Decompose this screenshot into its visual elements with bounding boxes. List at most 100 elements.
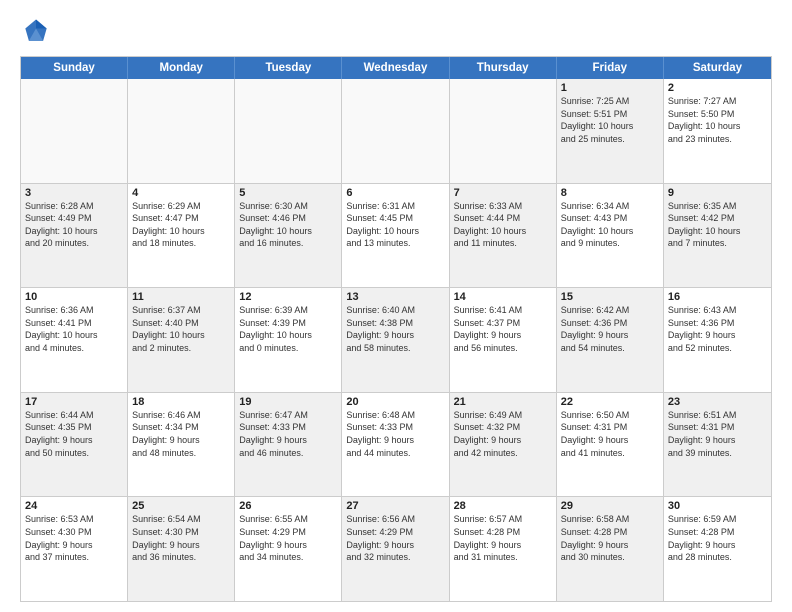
- day-number: 9: [668, 187, 767, 199]
- day-number: 4: [132, 187, 230, 199]
- calendar-week-2: 10Sunrise: 6:36 AM Sunset: 4:41 PM Dayli…: [21, 287, 771, 392]
- day-info: Sunrise: 6:40 AM Sunset: 4:38 PM Dayligh…: [346, 304, 444, 354]
- day-info: Sunrise: 6:43 AM Sunset: 4:36 PM Dayligh…: [668, 304, 767, 354]
- calendar-day-6: 6Sunrise: 6:31 AM Sunset: 4:45 PM Daylig…: [342, 184, 449, 288]
- day-info: Sunrise: 6:57 AM Sunset: 4:28 PM Dayligh…: [454, 513, 552, 563]
- calendar-day-empty: [450, 79, 557, 183]
- calendar-day-19: 19Sunrise: 6:47 AM Sunset: 4:33 PM Dayli…: [235, 393, 342, 497]
- calendar-day-21: 21Sunrise: 6:49 AM Sunset: 4:32 PM Dayli…: [450, 393, 557, 497]
- day-number: 2: [668, 82, 767, 94]
- day-info: Sunrise: 6:51 AM Sunset: 4:31 PM Dayligh…: [668, 409, 767, 459]
- calendar-day-empty: [128, 79, 235, 183]
- day-number: 7: [454, 187, 552, 199]
- calendar-day-empty: [342, 79, 449, 183]
- calendar-week-3: 17Sunrise: 6:44 AM Sunset: 4:35 PM Dayli…: [21, 392, 771, 497]
- calendar-day-18: 18Sunrise: 6:46 AM Sunset: 4:34 PM Dayli…: [128, 393, 235, 497]
- day-number: 5: [239, 187, 337, 199]
- calendar-day-empty: [21, 79, 128, 183]
- header-day-tuesday: Tuesday: [235, 57, 342, 79]
- day-number: 14: [454, 291, 552, 303]
- calendar-day-17: 17Sunrise: 6:44 AM Sunset: 4:35 PM Dayli…: [21, 393, 128, 497]
- day-number: 6: [346, 187, 444, 199]
- logo: [20, 16, 56, 48]
- day-info: Sunrise: 6:59 AM Sunset: 4:28 PM Dayligh…: [668, 513, 767, 563]
- calendar-day-4: 4Sunrise: 6:29 AM Sunset: 4:47 PM Daylig…: [128, 184, 235, 288]
- day-info: Sunrise: 6:44 AM Sunset: 4:35 PM Dayligh…: [25, 409, 123, 459]
- header-day-thursday: Thursday: [450, 57, 557, 79]
- calendar-day-30: 30Sunrise: 6:59 AM Sunset: 4:28 PM Dayli…: [664, 497, 771, 601]
- day-info: Sunrise: 6:41 AM Sunset: 4:37 PM Dayligh…: [454, 304, 552, 354]
- day-number: 30: [668, 500, 767, 512]
- calendar-body: 1Sunrise: 7:25 AM Sunset: 5:51 PM Daylig…: [21, 79, 771, 601]
- calendar-day-22: 22Sunrise: 6:50 AM Sunset: 4:31 PM Dayli…: [557, 393, 664, 497]
- calendar-day-29: 29Sunrise: 6:58 AM Sunset: 4:28 PM Dayli…: [557, 497, 664, 601]
- day-number: 16: [668, 291, 767, 303]
- day-number: 10: [25, 291, 123, 303]
- calendar-day-28: 28Sunrise: 6:57 AM Sunset: 4:28 PM Dayli…: [450, 497, 557, 601]
- day-info: Sunrise: 6:55 AM Sunset: 4:29 PM Dayligh…: [239, 513, 337, 563]
- calendar-week-0: 1Sunrise: 7:25 AM Sunset: 5:51 PM Daylig…: [21, 79, 771, 183]
- calendar-day-11: 11Sunrise: 6:37 AM Sunset: 4:40 PM Dayli…: [128, 288, 235, 392]
- header-day-monday: Monday: [128, 57, 235, 79]
- calendar-day-3: 3Sunrise: 6:28 AM Sunset: 4:49 PM Daylig…: [21, 184, 128, 288]
- calendar-day-16: 16Sunrise: 6:43 AM Sunset: 4:36 PM Dayli…: [664, 288, 771, 392]
- day-number: 22: [561, 396, 659, 408]
- day-info: Sunrise: 6:56 AM Sunset: 4:29 PM Dayligh…: [346, 513, 444, 563]
- calendar-day-20: 20Sunrise: 6:48 AM Sunset: 4:33 PM Dayli…: [342, 393, 449, 497]
- calendar-day-12: 12Sunrise: 6:39 AM Sunset: 4:39 PM Dayli…: [235, 288, 342, 392]
- day-info: Sunrise: 7:27 AM Sunset: 5:50 PM Dayligh…: [668, 95, 767, 145]
- calendar-day-24: 24Sunrise: 6:53 AM Sunset: 4:30 PM Dayli…: [21, 497, 128, 601]
- logo-icon: [20, 16, 52, 48]
- day-info: Sunrise: 6:33 AM Sunset: 4:44 PM Dayligh…: [454, 200, 552, 250]
- calendar-day-9: 9Sunrise: 6:35 AM Sunset: 4:42 PM Daylig…: [664, 184, 771, 288]
- day-number: 25: [132, 500, 230, 512]
- day-number: 27: [346, 500, 444, 512]
- day-info: Sunrise: 6:42 AM Sunset: 4:36 PM Dayligh…: [561, 304, 659, 354]
- day-info: Sunrise: 6:46 AM Sunset: 4:34 PM Dayligh…: [132, 409, 230, 459]
- day-number: 24: [25, 500, 123, 512]
- calendar-day-7: 7Sunrise: 6:33 AM Sunset: 4:44 PM Daylig…: [450, 184, 557, 288]
- day-info: Sunrise: 7:25 AM Sunset: 5:51 PM Dayligh…: [561, 95, 659, 145]
- calendar-day-1: 1Sunrise: 7:25 AM Sunset: 5:51 PM Daylig…: [557, 79, 664, 183]
- day-info: Sunrise: 6:54 AM Sunset: 4:30 PM Dayligh…: [132, 513, 230, 563]
- day-info: Sunrise: 6:31 AM Sunset: 4:45 PM Dayligh…: [346, 200, 444, 250]
- header-day-friday: Friday: [557, 57, 664, 79]
- calendar-day-10: 10Sunrise: 6:36 AM Sunset: 4:41 PM Dayli…: [21, 288, 128, 392]
- day-number: 23: [668, 396, 767, 408]
- day-number: 21: [454, 396, 552, 408]
- day-info: Sunrise: 6:37 AM Sunset: 4:40 PM Dayligh…: [132, 304, 230, 354]
- day-info: Sunrise: 6:36 AM Sunset: 4:41 PM Dayligh…: [25, 304, 123, 354]
- day-number: 11: [132, 291, 230, 303]
- calendar-week-1: 3Sunrise: 6:28 AM Sunset: 4:49 PM Daylig…: [21, 183, 771, 288]
- day-info: Sunrise: 6:48 AM Sunset: 4:33 PM Dayligh…: [346, 409, 444, 459]
- day-number: 18: [132, 396, 230, 408]
- calendar-day-25: 25Sunrise: 6:54 AM Sunset: 4:30 PM Dayli…: [128, 497, 235, 601]
- day-info: Sunrise: 6:34 AM Sunset: 4:43 PM Dayligh…: [561, 200, 659, 250]
- day-number: 29: [561, 500, 659, 512]
- day-info: Sunrise: 6:47 AM Sunset: 4:33 PM Dayligh…: [239, 409, 337, 459]
- calendar-day-23: 23Sunrise: 6:51 AM Sunset: 4:31 PM Dayli…: [664, 393, 771, 497]
- day-info: Sunrise: 6:49 AM Sunset: 4:32 PM Dayligh…: [454, 409, 552, 459]
- calendar-day-26: 26Sunrise: 6:55 AM Sunset: 4:29 PM Dayli…: [235, 497, 342, 601]
- calendar-week-4: 24Sunrise: 6:53 AM Sunset: 4:30 PM Dayli…: [21, 496, 771, 601]
- calendar-day-2: 2Sunrise: 7:27 AM Sunset: 5:50 PM Daylig…: [664, 79, 771, 183]
- header-day-wednesday: Wednesday: [342, 57, 449, 79]
- day-info: Sunrise: 6:39 AM Sunset: 4:39 PM Dayligh…: [239, 304, 337, 354]
- calendar-day-27: 27Sunrise: 6:56 AM Sunset: 4:29 PM Dayli…: [342, 497, 449, 601]
- day-info: Sunrise: 6:50 AM Sunset: 4:31 PM Dayligh…: [561, 409, 659, 459]
- day-number: 12: [239, 291, 337, 303]
- page: SundayMondayTuesdayWednesdayThursdayFrid…: [0, 0, 792, 612]
- day-info: Sunrise: 6:58 AM Sunset: 4:28 PM Dayligh…: [561, 513, 659, 563]
- day-info: Sunrise: 6:53 AM Sunset: 4:30 PM Dayligh…: [25, 513, 123, 563]
- day-number: 28: [454, 500, 552, 512]
- day-info: Sunrise: 6:35 AM Sunset: 4:42 PM Dayligh…: [668, 200, 767, 250]
- day-number: 1: [561, 82, 659, 94]
- header-day-sunday: Sunday: [21, 57, 128, 79]
- day-number: 8: [561, 187, 659, 199]
- day-number: 20: [346, 396, 444, 408]
- day-number: 13: [346, 291, 444, 303]
- day-info: Sunrise: 6:28 AM Sunset: 4:49 PM Dayligh…: [25, 200, 123, 250]
- header-day-saturday: Saturday: [664, 57, 771, 79]
- calendar-day-13: 13Sunrise: 6:40 AM Sunset: 4:38 PM Dayli…: [342, 288, 449, 392]
- day-info: Sunrise: 6:29 AM Sunset: 4:47 PM Dayligh…: [132, 200, 230, 250]
